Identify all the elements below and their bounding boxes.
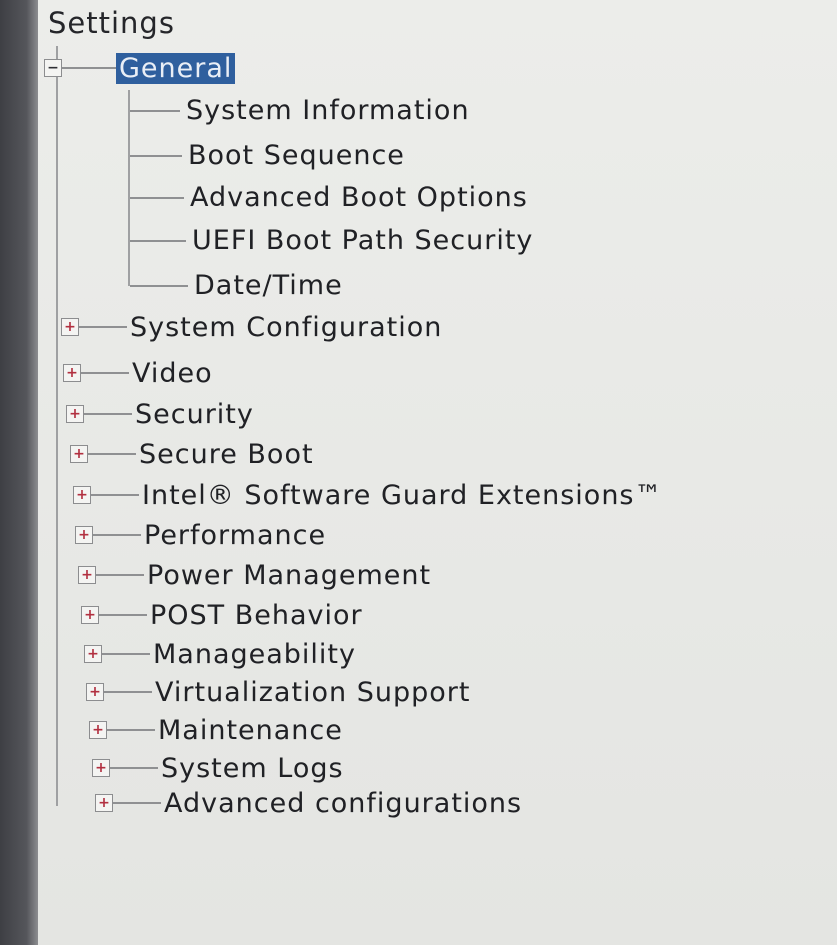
connector-line — [107, 729, 155, 731]
connector-line — [84, 413, 132, 415]
tree-node-label[interactable]: Manageability — [150, 639, 359, 670]
tree-node-maintenance[interactable]: + Maintenance — [89, 710, 346, 750]
connector-line — [91, 494, 139, 496]
connector-line — [81, 372, 129, 374]
connector-line — [96, 574, 144, 576]
tree-node-label[interactable]: Security — [132, 399, 257, 430]
tree-node-virtualization-support[interactable]: + Virtualization Support — [86, 672, 473, 712]
connector-line — [102, 653, 150, 655]
tree-node-secure-boot[interactable]: + Secure Boot — [70, 434, 317, 474]
tree-child-boot-sequence[interactable]: Boot Sequence — [185, 135, 408, 175]
tree-node-label[interactable]: System Logs — [158, 753, 347, 784]
tree-node-label[interactable]: System Information — [183, 95, 473, 126]
tree-node-label[interactable]: Boot Sequence — [185, 140, 408, 171]
expand-plus-icon[interactable]: + — [70, 445, 88, 463]
connector-line — [62, 67, 116, 69]
tree-node-advanced-configurations[interactable]: + Advanced configurations — [95, 783, 525, 823]
connector-line — [113, 802, 161, 804]
expand-plus-icon[interactable]: + — [63, 364, 81, 382]
tree-node-label[interactable]: System Configuration — [127, 312, 445, 343]
collapse-minus-icon[interactable]: − — [44, 59, 62, 77]
tree-node-label[interactable]: Date/Time — [191, 270, 346, 301]
left-window-edge — [0, 0, 38, 945]
expand-plus-icon[interactable]: + — [61, 318, 79, 336]
tree-node-system-logs[interactable]: + System Logs — [92, 748, 347, 788]
connector-line — [93, 534, 141, 536]
tree-node-label[interactable]: Performance — [141, 520, 329, 551]
connector-line — [104, 691, 152, 693]
tree-node-label[interactable]: Maintenance — [155, 715, 346, 746]
connector-line — [99, 614, 147, 616]
expand-plus-icon[interactable]: + — [89, 721, 107, 739]
tree-node-label[interactable]: UEFI Boot Path Security — [189, 225, 536, 256]
tree-node-label[interactable]: Advanced configurations — [161, 788, 525, 819]
tree-node-security[interactable]: + Security — [66, 394, 257, 434]
tree-child-date-time[interactable]: Date/Time — [191, 265, 346, 305]
tree-node-intel-sgx[interactable]: + Intel® Software Guard Extensions™ — [73, 475, 666, 515]
expand-plus-icon[interactable]: + — [95, 794, 113, 812]
connector-line — [79, 326, 127, 328]
connector-line — [130, 240, 186, 242]
general-branch-line — [128, 90, 130, 286]
tree-node-label[interactable]: Video — [129, 358, 216, 389]
connector-line — [130, 285, 188, 287]
connector-line — [130, 110, 180, 112]
expand-plus-icon[interactable]: + — [75, 526, 93, 544]
expand-plus-icon[interactable]: + — [92, 759, 110, 777]
tree-node-label[interactable]: Advanced Boot Options — [187, 182, 531, 213]
connector-line — [110, 767, 158, 769]
tree-node-system-configuration[interactable]: + System Configuration — [61, 307, 445, 347]
expand-plus-icon[interactable]: + — [66, 405, 84, 423]
tree-node-label[interactable]: General — [116, 52, 236, 84]
connector-line — [88, 453, 136, 455]
tree-child-system-information[interactable]: System Information — [183, 90, 473, 130]
tree-node-post-behavior[interactable]: + POST Behavior — [81, 595, 366, 635]
tree-node-label[interactable]: Power Management — [144, 560, 434, 591]
tree-node-power-management[interactable]: + Power Management — [78, 555, 434, 595]
tree-child-uefi-boot-path-security[interactable]: UEFI Boot Path Security — [189, 220, 536, 260]
connector-line — [130, 197, 184, 199]
tree-node-performance[interactable]: + Performance — [75, 515, 329, 555]
tree-node-label[interactable]: Virtualization Support — [152, 677, 473, 708]
expand-plus-icon[interactable]: + — [84, 645, 102, 663]
tree-node-general[interactable]: − General — [44, 48, 236, 88]
expand-plus-icon[interactable]: + — [86, 683, 104, 701]
tree-trunk-line — [56, 46, 58, 806]
expand-plus-icon[interactable]: + — [81, 606, 99, 624]
settings-title: Settings — [48, 6, 175, 40]
tree-node-video[interactable]: + Video — [63, 353, 216, 393]
expand-plus-icon[interactable]: + — [78, 566, 96, 584]
tree-child-advanced-boot-options[interactable]: Advanced Boot Options — [187, 177, 531, 217]
expand-plus-icon[interactable]: + — [73, 486, 91, 504]
tree-node-manageability[interactable]: + Manageability — [84, 634, 359, 674]
connector-line — [130, 155, 182, 157]
tree-node-label[interactable]: POST Behavior — [147, 600, 366, 631]
tree-node-label[interactable]: Intel® Software Guard Extensions™ — [139, 480, 666, 511]
tree-node-label[interactable]: Secure Boot — [136, 439, 317, 470]
